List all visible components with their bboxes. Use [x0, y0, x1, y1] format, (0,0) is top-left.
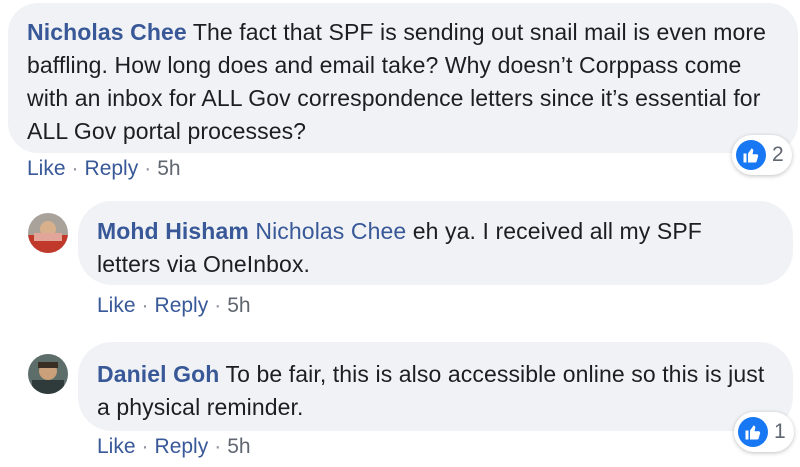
timestamp[interactable]: 5h [157, 157, 180, 180]
reply-link[interactable]: Reply [155, 435, 209, 458]
timestamp[interactable]: 5h [227, 294, 250, 317]
comment-author[interactable]: Mohd Hisham [97, 218, 249, 244]
reply-link[interactable]: Reply [155, 294, 209, 317]
avatar[interactable] [28, 213, 68, 253]
mention[interactable]: Nicholas Chee [255, 218, 406, 244]
separator: · [71, 157, 79, 180]
thumbs-up-icon [738, 417, 768, 447]
comment-actions: Like · Reply · 5h [97, 435, 251, 459]
timestamp[interactable]: 5h [227, 435, 250, 458]
reply-link[interactable]: Reply [85, 157, 139, 180]
comment-author[interactable]: Daniel Goh [97, 361, 219, 387]
like-link[interactable]: Like [97, 294, 136, 317]
separator: · [141, 294, 149, 317]
comment-bubble: Mohd Hisham Nicholas Chee eh ya. I recei… [78, 201, 793, 285]
separator: · [214, 435, 222, 458]
thumbs-up-icon [736, 140, 766, 170]
like-link[interactable]: Like [97, 435, 136, 458]
reaction-count: 2 [772, 143, 784, 166]
reaction-count: 1 [774, 420, 786, 443]
comment-bubble: Daniel Goh To be fair, this is also acce… [78, 342, 793, 431]
reaction-badge[interactable]: 2 [732, 135, 792, 175]
comment-actions: Like · Reply · 5h [27, 157, 181, 181]
avatar[interactable] [28, 354, 68, 394]
separator: · [214, 294, 222, 317]
separator: · [144, 157, 152, 180]
separator: · [141, 435, 149, 458]
comment-author[interactable]: Nicholas Chee [27, 19, 187, 45]
comment-bubble: Nicholas Chee The fact that SPF is sendi… [8, 3, 798, 153]
reaction-badge[interactable]: 1 [734, 412, 794, 452]
comment-actions: Like · Reply · 5h [97, 294, 251, 318]
like-link[interactable]: Like [27, 157, 66, 180]
